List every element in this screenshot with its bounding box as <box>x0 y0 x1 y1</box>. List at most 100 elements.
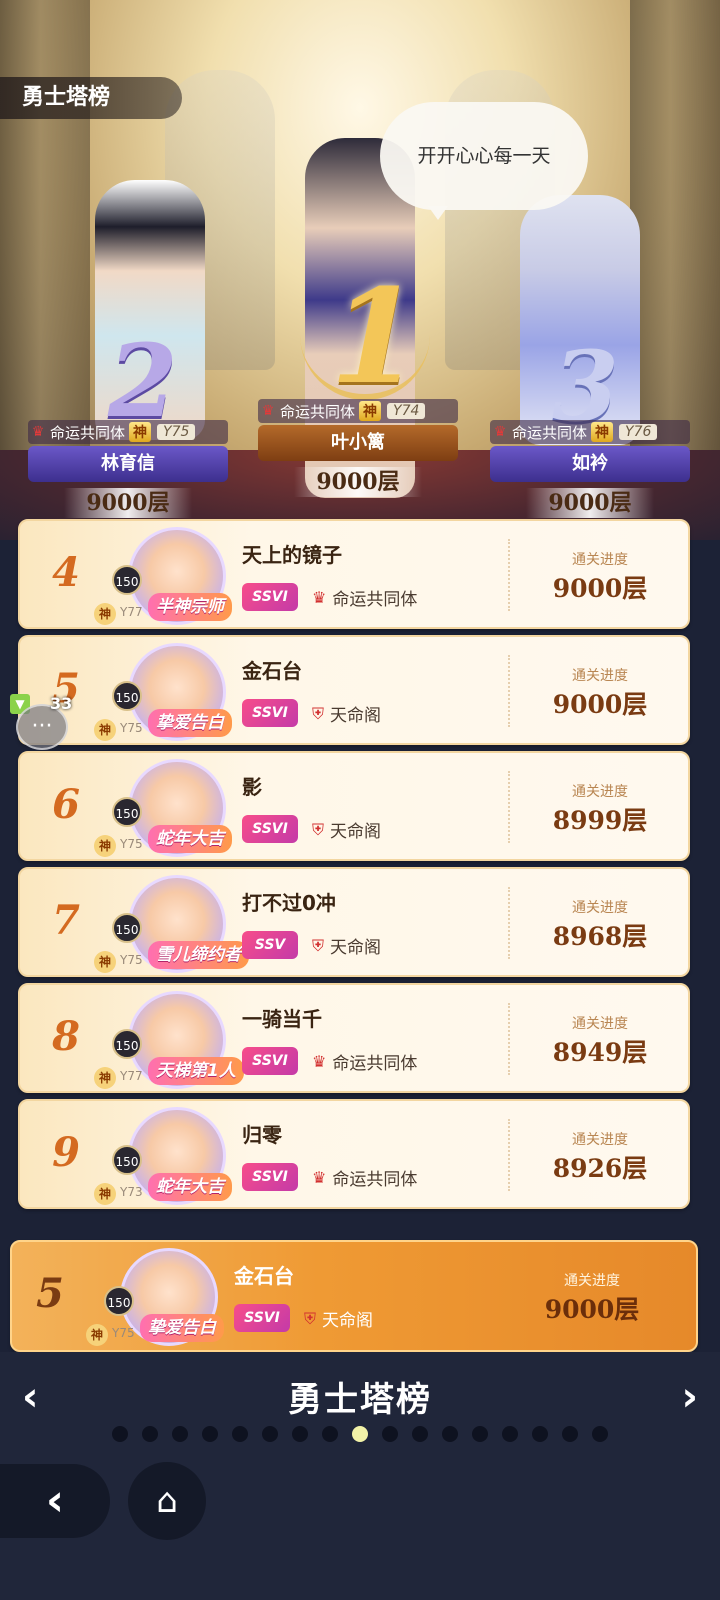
progress-value: 9000层 <box>552 690 648 719</box>
vip-badge: SSVI <box>242 1047 298 1075</box>
progress-value: 8926层 <box>552 1154 648 1183</box>
progress-label: 通关进度 <box>572 900 628 916</box>
avatar-frame-title: 挚爱告白 <box>140 1314 224 1342</box>
vip-badge: SSVI <box>234 1304 290 1332</box>
y-level: Y73 <box>120 1185 143 1199</box>
page-dot[interactable] <box>142 1426 158 1442</box>
god-badge: 神 <box>94 835 116 857</box>
ranking-row[interactable]: 8 150 神 Y77 天梯第1人 一骑当千 SSVI ♛ 命运共同体 通关进度 … <box>18 983 690 1093</box>
avatar-level-badge: 150 <box>104 1286 134 1316</box>
god-badge: 神 <box>94 951 116 973</box>
ranking-row[interactable]: 4 150 神 Y77 半神宗师 天上的镜子 SSVI ♛ 命运共同体 通关进度 … <box>18 519 690 629</box>
row-divider <box>508 771 510 843</box>
ranking-row[interactable]: 6 150 神 Y75 蛇年大吉 影 SSVI ⛨ 天命阁 通关进度 8999层 <box>18 751 690 861</box>
podium-card-2[interactable]: ♛ 命运共同体 神 Y75 林育信 9000层 <box>28 420 228 518</box>
progress-value: 9000层 <box>552 574 648 603</box>
page-dot[interactable] <box>592 1426 608 1442</box>
guild-info: ♛ 命运共同体 <box>312 585 417 610</box>
progress-value: 9000层 <box>544 1295 640 1324</box>
page-dot[interactable] <box>532 1426 548 1442</box>
player-level: Y76 <box>619 424 658 440</box>
ranking-list: 4 150 神 Y77 半神宗师 天上的镜子 SSVI ♛ 命运共同体 通关进度 … <box>18 519 690 1215</box>
god-badge: 神 <box>94 719 116 741</box>
page-title: 勇士塔榜 <box>0 77 182 119</box>
ranking-row[interactable]: 9 150 神 Y73 蛇年大吉 归零 SSVI ♛ 命运共同体 通关进度 892… <box>18 1099 690 1209</box>
player-level: Y74 <box>387 403 426 419</box>
podium-guild-row: ♛ 命运共同体 神 Y75 <box>28 420 228 444</box>
guild-name: 天命阁 <box>330 706 382 726</box>
ranking-row[interactable]: 7 150 神 Y75 雪儿缔约者 打不过0冲 SSV ⛨ 天命阁 通关进度 89… <box>18 867 690 977</box>
avatar-frame-title: 半神宗师 <box>148 593 232 621</box>
ranking-row[interactable]: 5 150 神 Y75 挚爱告白 金石台 SSVI ⛨ 天命阁 通关进度 9000… <box>18 635 690 745</box>
god-tag: 神 <box>591 422 614 442</box>
home-button[interactable]: ⌂ <box>128 1462 206 1540</box>
guild-shield-icon: ⛨ <box>312 819 325 839</box>
podium-guild-name: 命运共同体 <box>50 423 126 442</box>
row-divider <box>508 887 510 959</box>
podium-player-name: 如衿 <box>490 446 690 482</box>
guild-name: 命运共同体 <box>332 1054 418 1074</box>
my-rank-row[interactable]: 5 150 神 Y75 挚爱告白 金石台 SSVI ⛨ 天命阁 通关进度 9000… <box>10 1240 698 1352</box>
page-dot[interactable] <box>502 1426 518 1442</box>
podium-card-3[interactable]: ♛ 命运共同体 神 Y76 如衿 9000层 <box>490 420 690 518</box>
guild-crown-icon: ♛ <box>312 588 327 607</box>
podium-guild-name: 命运共同体 <box>512 423 588 442</box>
page-dot[interactable] <box>322 1426 338 1442</box>
page-dot[interactable] <box>232 1426 248 1442</box>
row-rank: 8 <box>52 1013 80 1060</box>
page-dot[interactable] <box>382 1426 398 1442</box>
page-dot-active[interactable] <box>352 1426 368 1442</box>
y-level: Y75 <box>120 953 143 967</box>
vip-badge: SSV <box>242 931 298 959</box>
progress-label: 通关进度 <box>572 1132 628 1148</box>
progress-value: 8999层 <box>552 806 648 835</box>
row-rank: 4 <box>52 549 80 596</box>
page-dot[interactable] <box>112 1426 128 1442</box>
podium-rank-1-number: 1 <box>330 260 421 413</box>
board-title: 勇士塔榜 <box>288 1380 432 1420</box>
page-dot[interactable] <box>292 1426 308 1442</box>
chat-button[interactable]: ▼ ··· 33 <box>10 694 72 750</box>
y-level: Y77 <box>120 1069 143 1083</box>
player-name: 归零 <box>242 1123 282 1147</box>
next-board-button[interactable]: › <box>682 1374 698 1420</box>
vip-badge: SSVI <box>242 1163 298 1191</box>
vip-badge: SSVI <box>242 699 298 727</box>
god-badge: 神 <box>94 1183 116 1205</box>
page-dot[interactable] <box>412 1426 428 1442</box>
back-button[interactable]: ‹ <box>0 1464 110 1538</box>
podium-card-1[interactable]: ♛ 命运共同体 神 Y74 叶小篱 9000层 <box>258 399 458 497</box>
guild-name: 天命阁 <box>330 822 382 842</box>
page-dot[interactable] <box>472 1426 488 1442</box>
guild-shield-icon: ⛨ <box>312 703 325 723</box>
guild-crown-icon: ♛ <box>312 1052 327 1071</box>
progress-value: 8949层 <box>552 1038 648 1067</box>
vip-badge: SSVI <box>242 583 298 611</box>
my-rank-number: 5 <box>36 1270 64 1317</box>
guild-shield-icon: ⛨ <box>312 935 325 955</box>
podium-guild-row: ♛ 命运共同体 神 Y76 <box>490 420 690 444</box>
progress-label: 通关进度 <box>572 668 628 684</box>
guild-name: 命运共同体 <box>332 1170 418 1190</box>
avatar-level-badge: 150 <box>112 1145 142 1175</box>
row-rank: 9 <box>52 1129 80 1176</box>
avatar-level-badge: 150 <box>112 1029 142 1059</box>
page-dot[interactable] <box>442 1426 458 1442</box>
podium-score: 9000层 <box>64 488 192 518</box>
player-name: 金石台 <box>242 659 302 683</box>
progress-label: 通关进度 <box>572 784 628 800</box>
page-dot[interactable] <box>562 1426 578 1442</box>
avatar-level-badge: 150 <box>112 797 142 827</box>
page-indicator[interactable] <box>112 1426 608 1442</box>
guild-info: ⛨ 天命阁 <box>312 933 381 959</box>
y-level: Y75 <box>112 1326 135 1340</box>
page-dot[interactable] <box>172 1426 188 1442</box>
row-divider <box>508 539 510 611</box>
guild-info: ⛨ 天命阁 <box>304 1306 373 1332</box>
bottom-navigation: ‹ 勇士塔榜 › ‹ ⌂ <box>0 1352 720 1600</box>
podium-player-name: 叶小篱 <box>258 425 458 461</box>
page-dot[interactable] <box>262 1426 278 1442</box>
page-dot[interactable] <box>202 1426 218 1442</box>
speech-bubble: 开开心心每一天 <box>380 102 588 220</box>
row-divider <box>508 1119 510 1191</box>
